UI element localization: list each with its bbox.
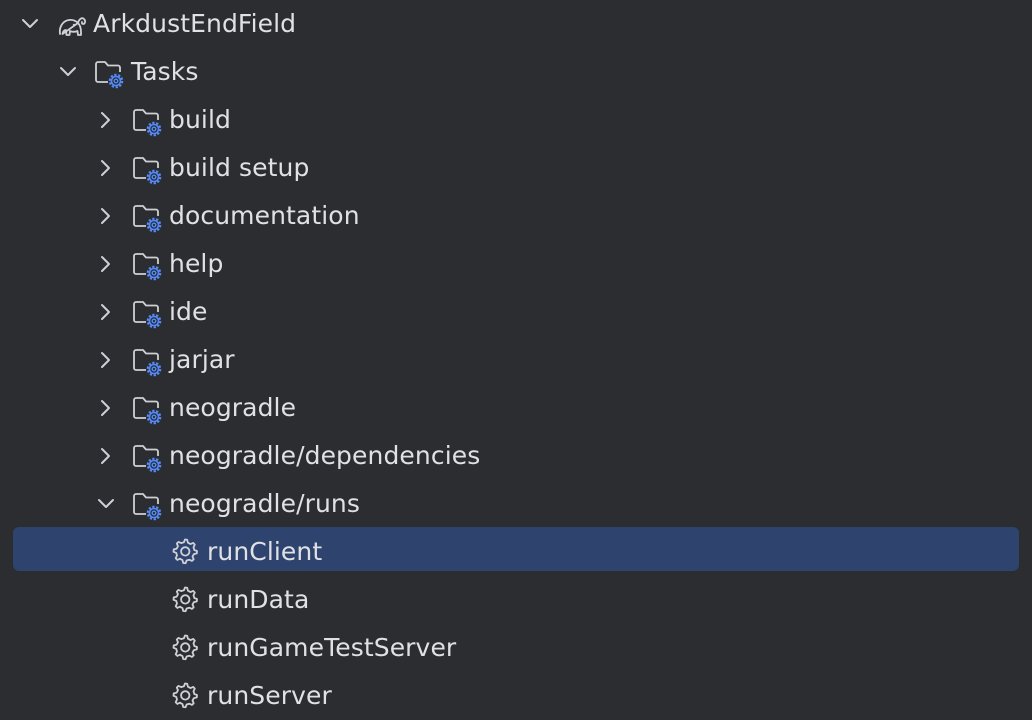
chevron-right-icon[interactable] bbox=[96, 398, 116, 418]
chevron-right-icon[interactable] bbox=[96, 206, 116, 226]
chevron-right-icon[interactable] bbox=[96, 254, 116, 274]
project-name-label: ArkdustEndField bbox=[93, 9, 297, 38]
gear-icon bbox=[170, 680, 202, 712]
chevron-down-icon[interactable] bbox=[20, 14, 40, 34]
task-folder-icon bbox=[132, 442, 164, 474]
task-folder-icon bbox=[132, 346, 164, 378]
tree-row-project[interactable]: ArkdustEndField bbox=[0, 0, 1032, 48]
chevron-down-icon[interactable] bbox=[96, 494, 116, 514]
chevron-right-icon[interactable] bbox=[96, 302, 116, 322]
chevron-down-icon[interactable] bbox=[58, 62, 78, 82]
tree-row-group[interactable]: help bbox=[0, 240, 1032, 288]
tree-row-task-selected[interactable]: runClient bbox=[0, 524, 1032, 572]
task-folder-icon bbox=[132, 154, 164, 186]
tasks-label: Tasks bbox=[131, 57, 199, 86]
chevron-right-icon[interactable] bbox=[96, 446, 116, 466]
group-label: documentation bbox=[169, 201, 360, 230]
gradle-task-tree: ArkdustEndField Tasks build build setup … bbox=[0, 0, 1032, 719]
tree-row-group[interactable]: jarjar bbox=[0, 336, 1032, 384]
tree-row-task[interactable]: runServer bbox=[0, 672, 1032, 720]
task-label: runGameTestServer bbox=[207, 633, 457, 662]
task-folder-icon bbox=[132, 298, 164, 330]
task-folder-icon bbox=[132, 202, 164, 234]
gradle-elephant-icon bbox=[56, 10, 88, 42]
chevron-right-icon[interactable] bbox=[96, 350, 116, 370]
group-label: ide bbox=[169, 297, 208, 326]
tree-row-group[interactable]: neogradle bbox=[0, 384, 1032, 432]
tree-row-tasks[interactable]: Tasks bbox=[0, 48, 1032, 96]
tree-row-group[interactable]: ide bbox=[0, 288, 1032, 336]
task-label: runClient bbox=[207, 537, 323, 566]
tree-row-task[interactable]: runGameTestServer bbox=[0, 624, 1032, 672]
task-folder-icon bbox=[132, 394, 164, 426]
group-label: neogradle/runs bbox=[169, 489, 360, 518]
tree-row-group[interactable]: neogradle/runs bbox=[0, 480, 1032, 528]
task-folder-icon bbox=[132, 106, 164, 138]
gear-icon bbox=[170, 536, 202, 568]
tree-row-task[interactable]: runData bbox=[0, 576, 1032, 624]
group-label: build bbox=[169, 105, 231, 134]
task-folder-icon bbox=[132, 250, 164, 282]
tree-row-group[interactable]: build bbox=[0, 96, 1032, 144]
tree-row-group[interactable]: documentation bbox=[0, 192, 1032, 240]
group-label: neogradle/dependencies bbox=[169, 441, 481, 470]
group-label: help bbox=[169, 249, 224, 278]
chevron-right-icon[interactable] bbox=[96, 110, 116, 130]
task-folder-icon bbox=[94, 58, 126, 90]
gear-icon bbox=[170, 632, 202, 664]
group-label: neogradle bbox=[169, 393, 297, 422]
task-label: runData bbox=[207, 585, 310, 614]
group-label: jarjar bbox=[169, 345, 235, 374]
tree-row-group[interactable]: build setup bbox=[0, 144, 1032, 192]
selection-highlight bbox=[13, 527, 1019, 571]
tree-row-group[interactable]: neogradle/dependencies bbox=[0, 432, 1032, 480]
group-label: build setup bbox=[169, 153, 310, 182]
task-folder-icon bbox=[132, 490, 164, 522]
chevron-right-icon[interactable] bbox=[96, 158, 116, 178]
task-label: runServer bbox=[207, 681, 332, 710]
gear-icon bbox=[170, 584, 202, 616]
